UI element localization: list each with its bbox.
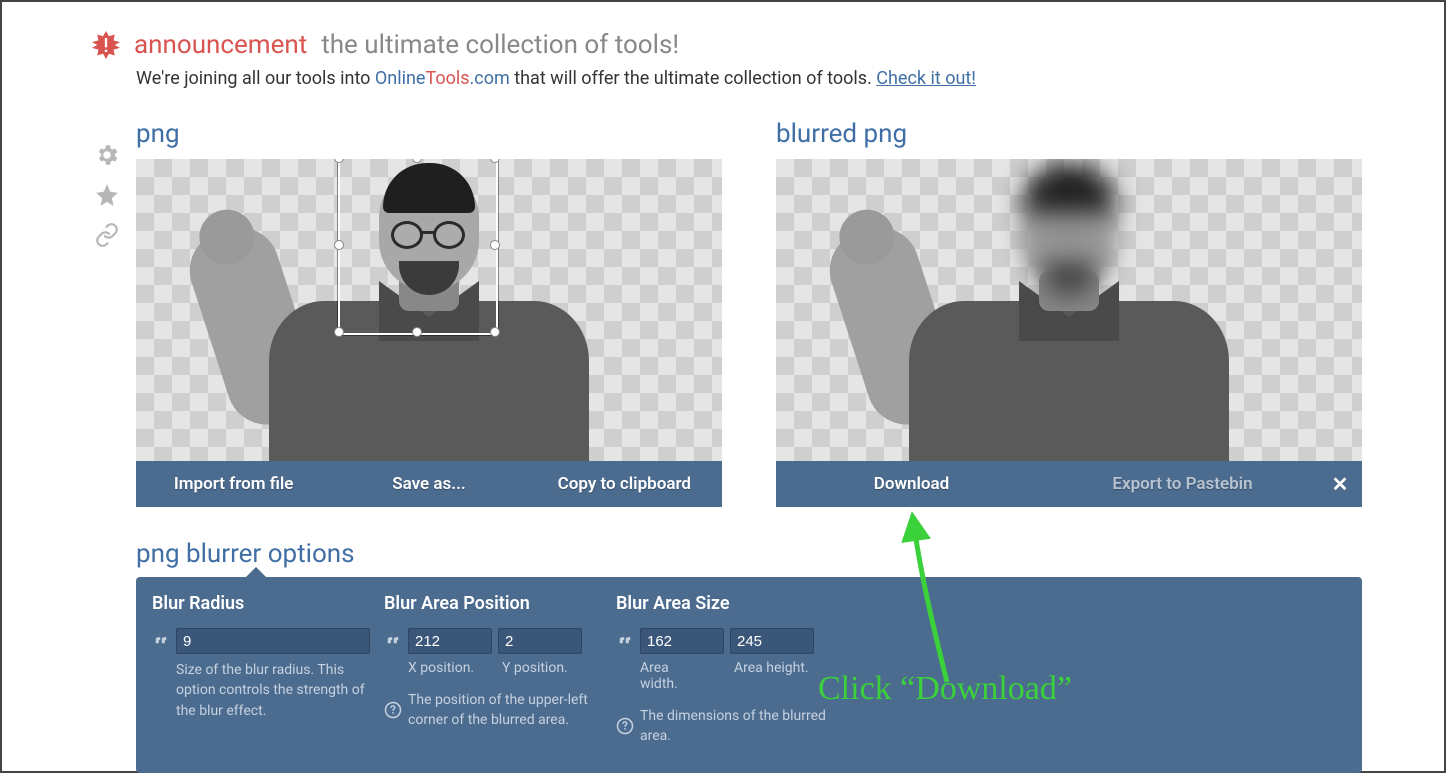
input-panel: png (136, 119, 722, 507)
blur-radius-heading: Blur Radius (152, 593, 370, 614)
blur-radius-input[interactable] (176, 628, 370, 654)
blur-height-input[interactable] (730, 628, 814, 654)
y-position-label: Y position. (502, 660, 568, 676)
blur-y-input[interactable] (498, 628, 582, 654)
blur-x-input[interactable] (408, 628, 492, 654)
blur-width-input[interactable] (640, 628, 724, 654)
check-it-out-link[interactable]: Check it out! (876, 68, 976, 89)
announcement-burst-icon (92, 31, 120, 59)
area-width-label: Area width. (640, 660, 710, 692)
blur-position-heading: Blur Area Position (384, 593, 602, 614)
link-icon[interactable] (94, 222, 120, 248)
brand-dotcom: .com (470, 68, 510, 89)
help-icon[interactable] (616, 717, 634, 735)
save-as-button[interactable]: Save as... (331, 474, 526, 494)
copy-to-clipboard-button[interactable]: Copy to clipboard (527, 474, 722, 494)
announcement-body-mid: that will offer the ultimate collection … (510, 68, 877, 89)
download-button[interactable]: Download (776, 474, 1047, 494)
gear-icon[interactable] (94, 142, 120, 168)
output-canvas[interactable] (776, 159, 1362, 461)
blur-position-desc: The position of the upper-left corner of… (408, 690, 602, 731)
import-from-file-button[interactable]: Import from file (136, 474, 331, 494)
blur-size-group: Blur Area Size Area width. Area height. … (616, 593, 834, 753)
star-icon[interactable] (94, 182, 120, 208)
quotes-icon (384, 632, 402, 650)
blur-position-group: Blur Area Position X position. Y positio… (384, 593, 602, 753)
brand-tools: Tools (425, 68, 469, 89)
export-to-pastebin-button[interactable]: Export to Pastebin (1047, 474, 1318, 494)
blur-radius-desc: Size of the blur radius. This option con… (176, 660, 370, 721)
announcement-banner: announcement the ultimate collection of … (92, 30, 1444, 89)
output-image (879, 159, 1259, 461)
x-position-label: X position. (408, 660, 478, 676)
input-canvas[interactable] (136, 159, 722, 461)
close-output-button[interactable]: ✕ (1318, 472, 1362, 496)
blur-radius-group: Blur Radius Size of the blur radius. Thi… (152, 593, 370, 753)
output-panel-title: blurred png (776, 119, 1362, 149)
quotes-icon (616, 632, 634, 650)
options-title: png blurrer options (136, 539, 1444, 569)
output-action-bar: Download Export to Pastebin ✕ (776, 461, 1362, 507)
announcement-subtitle: the ultimate collection of tools! (321, 30, 679, 60)
blur-size-desc: The dimensions of the blurred area. (640, 706, 834, 747)
area-height-label: Area height. (734, 660, 809, 692)
output-panel: blurred png Download Export to Pastebin (776, 119, 1362, 507)
options-panel: Blur Radius Size of the blur radius. Thi… (136, 577, 1362, 773)
input-panel-title: png (136, 119, 722, 149)
announcement-title: announcement (134, 30, 307, 60)
input-action-bar: Import from file Save as... Copy to clip… (136, 461, 722, 507)
help-icon[interactable] (384, 701, 402, 719)
tool-side-rail (94, 142, 120, 248)
quotes-icon (152, 632, 170, 650)
blur-size-heading: Blur Area Size (616, 593, 834, 614)
input-image (239, 159, 619, 461)
announcement-body-pre: We're joining all our tools into (136, 68, 375, 89)
brand-online: Online (375, 68, 426, 89)
